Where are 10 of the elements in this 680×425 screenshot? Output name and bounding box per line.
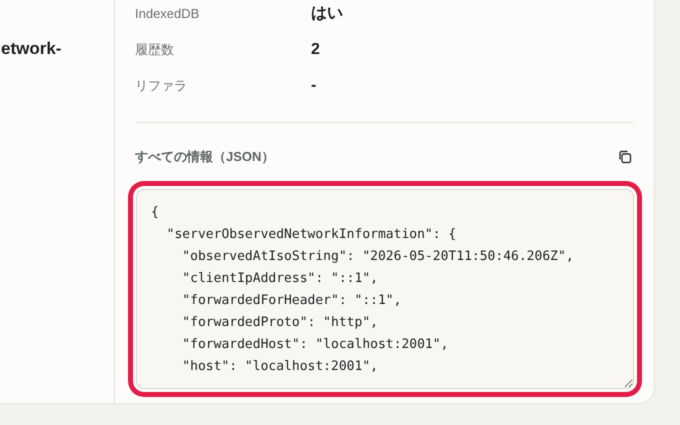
detail-value: - — [311, 76, 316, 96]
detail-label: リファラ — [135, 77, 188, 96]
detail-label: 履歴数 — [135, 41, 175, 60]
copy-icon[interactable] — [618, 150, 632, 164]
detail-value: 2 — [311, 40, 320, 60]
section-heading: すべての情報（JSON） — [135, 148, 274, 166]
json-field[interactable]: { "serverObservedNetworkInformation": { "observedAtIsoString": "2026-05-20T11:50:46.206Z", "clientIpAddress": "::1", "forwardedForHeader": "::1", "forwardedProto": "http", "forwardedHost": "localhost:2001", "host": "localhost:2001", — [136, 188, 634, 388]
detail-value: はい — [311, 4, 343, 24]
sidebar-text: etwork- — [1, 38, 62, 60]
detail-label: IndexedDB — [135, 5, 200, 24]
